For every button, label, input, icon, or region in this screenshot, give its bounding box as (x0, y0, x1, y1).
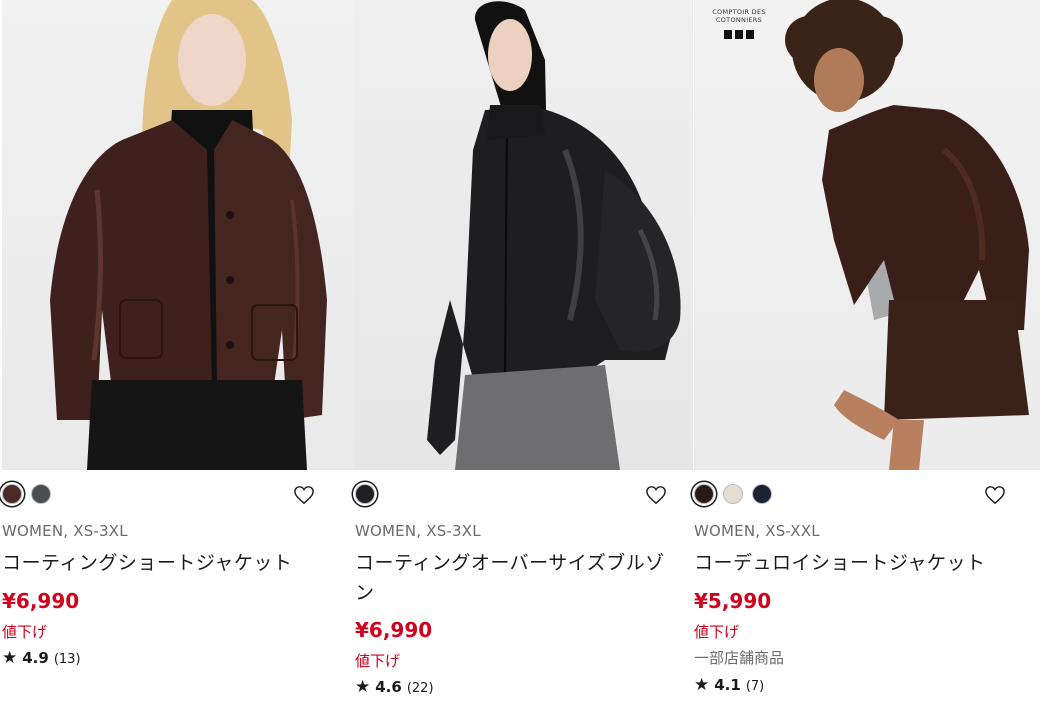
uniqlo-logo-icon (702, 30, 776, 39)
heart-outline-icon[interactable] (984, 485, 1006, 505)
rating-score: 4.1 (714, 676, 741, 694)
rating-score: 4.9 (22, 649, 49, 667)
color-swatch[interactable] (694, 484, 714, 504)
color-swatch[interactable] (723, 484, 743, 504)
product-image[interactable]: COMPTOIR DES COTONNIERS (694, 0, 1040, 470)
product-card[interactable]: WOMEN, XS-3XL コーティングオーバーサイズブルゾン ¥6,990 値… (355, 0, 694, 706)
price-reduced-tag: 値下げ (2, 623, 48, 641)
color-swatches (2, 484, 51, 504)
heart-outline-icon[interactable] (293, 485, 315, 505)
product-rating: ★ 4.6 (22) (355, 677, 434, 697)
color-swatches (355, 484, 375, 504)
product-price: ¥6,990 (355, 618, 433, 642)
product-rating: ★ 4.1 (7) (694, 675, 764, 695)
review-count: (22) (406, 681, 434, 696)
color-swatches (694, 484, 772, 504)
color-swatch[interactable] (752, 484, 772, 504)
product-meta: WOMEN, XS-XXL (694, 522, 820, 540)
store-availability-note: 一部店舗商品 (694, 649, 785, 667)
product-image[interactable] (2, 0, 355, 470)
color-swatch[interactable] (2, 484, 22, 504)
product-price: ¥6,990 (2, 589, 80, 613)
product-name[interactable]: コーティングショートジャケット (2, 548, 322, 578)
brand-logo: COMPTOIR DES COTONNIERS (702, 8, 776, 39)
color-swatch[interactable] (355, 484, 375, 504)
color-swatch[interactable] (31, 484, 51, 504)
rating-score: 4.6 (375, 678, 402, 696)
review-count: (7) (745, 679, 765, 694)
heart-outline-icon[interactable] (645, 485, 667, 505)
product-price: ¥5,990 (694, 589, 772, 613)
star-icon: ★ (355, 677, 371, 697)
star-icon: ★ (2, 648, 18, 668)
star-icon: ★ (694, 675, 710, 695)
product-card[interactable]: WOMEN, XS-3XL コーティングショートジャケット ¥6,990 値下げ… (2, 0, 355, 706)
price-reduced-tag: 値下げ (355, 652, 401, 670)
product-rating: ★ 4.9 (13) (2, 648, 81, 668)
product-meta: WOMEN, XS-3XL (2, 522, 128, 540)
product-name[interactable]: コーティングオーバーサイズブルゾン (355, 548, 675, 608)
price-reduced-tag: 値下げ (694, 623, 740, 641)
review-count: (13) (53, 652, 81, 667)
product-name[interactable]: コーデュロイショートジャケット (694, 548, 1014, 578)
product-image[interactable] (355, 0, 693, 470)
product-meta: WOMEN, XS-3XL (355, 522, 481, 540)
product-card[interactable]: COMPTOIR DES COTONNIERS WOMEN, XS-XXL コー… (694, 0, 1040, 706)
product-grid: WOMEN, XS-3XL コーティングショートジャケット ¥6,990 値下げ… (0, 0, 1042, 706)
